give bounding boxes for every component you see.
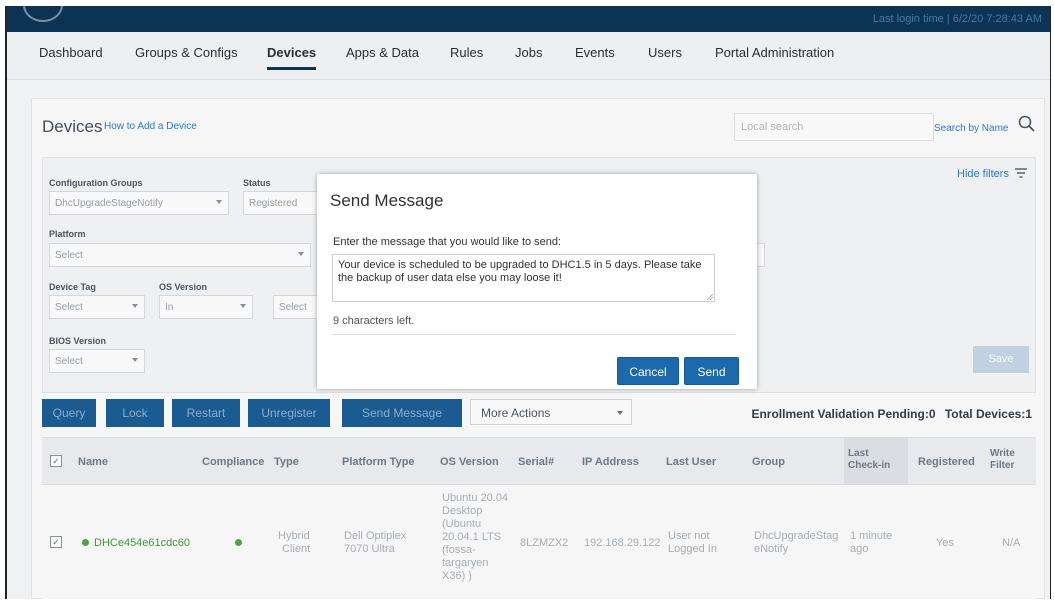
dialog-divider — [332, 334, 736, 335]
characters-left-counter: 9 characters left. — [333, 315, 415, 327]
cancel-button[interactable]: Cancel — [617, 357, 679, 385]
app-window: Last login time | 6/2/20 7:28:43 AM Dash… — [5, 6, 1051, 599]
message-textarea[interactable]: Your device is scheduled to be upgraded … — [332, 254, 715, 302]
dialog-title: Send Message — [330, 191, 444, 210]
send-button[interactable]: Send — [684, 357, 739, 385]
resize-grip-icon[interactable] — [706, 293, 713, 300]
send-message-dialog: Send Message Enter the message that you … — [317, 174, 757, 389]
dialog-prompt: Enter the message that you would like to… — [333, 236, 562, 248]
